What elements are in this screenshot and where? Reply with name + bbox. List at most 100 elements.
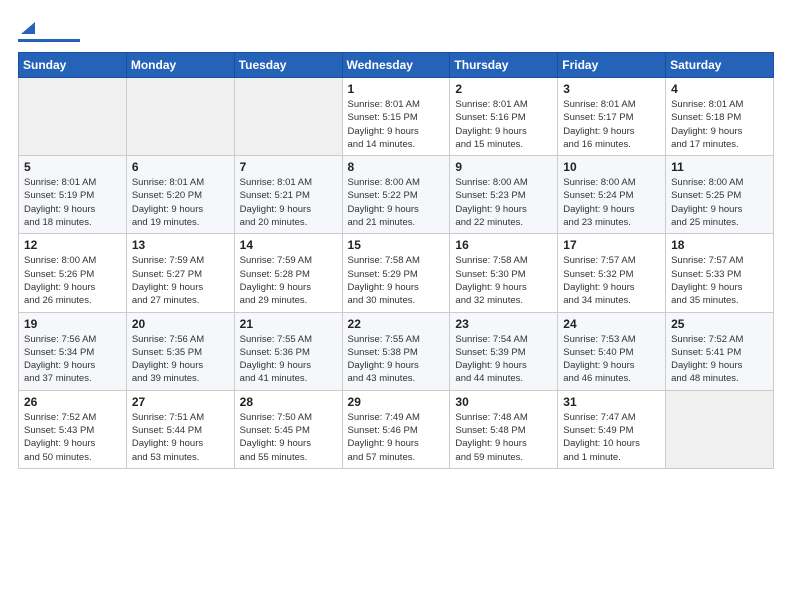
day-number: 22 <box>348 317 445 331</box>
week-row-1: 1Sunrise: 8:01 AM Sunset: 5:15 PM Daylig… <box>19 78 774 156</box>
day-number: 25 <box>671 317 768 331</box>
weekday-wednesday: Wednesday <box>342 53 450 78</box>
day-number: 24 <box>563 317 660 331</box>
day-number: 30 <box>455 395 552 409</box>
weekday-friday: Friday <box>558 53 666 78</box>
day-number: 2 <box>455 82 552 96</box>
day-info: Sunrise: 7:53 AM Sunset: 5:40 PM Dayligh… <box>563 333 660 386</box>
weekday-header-row: SundayMondayTuesdayWednesdayThursdayFrid… <box>19 53 774 78</box>
day-number: 8 <box>348 160 445 174</box>
calendar-cell: 9 Sunrise: 8:00 AM Sunset: 5:23 PM Daylig… <box>450 156 558 234</box>
day-info: Sunrise: 7:58 AM Sunset: 5:29 PM Dayligh… <box>348 254 445 307</box>
day-number: 17 <box>563 238 660 252</box>
day-number: 9 <box>455 160 552 174</box>
day-info: Sunrise: 8:00 AM Sunset: 5:22 PM Dayligh… <box>348 176 445 229</box>
day-info: Sunrise: 7:50 AM Sunset: 5:45 PM Dayligh… <box>240 411 337 464</box>
calendar-cell <box>666 390 774 468</box>
day-number: 5 <box>24 160 121 174</box>
week-row-4: 19 Sunrise: 7:56 AM Sunset: 5:34 PM Dayli… <box>19 312 774 390</box>
day-info: Sunrise: 7:51 AM Sunset: 5:44 PM Dayligh… <box>132 411 229 464</box>
calendar-cell: 18 Sunrise: 7:57 AM Sunset: 5:33 PM Dayli… <box>666 234 774 312</box>
calendar-cell: 4Sunrise: 8:01 AM Sunset: 5:18 PM Daylig… <box>666 78 774 156</box>
day-info: Sunrise: 7:59 AM Sunset: 5:27 PM Dayligh… <box>132 254 229 307</box>
calendar-cell: 24 Sunrise: 7:53 AM Sunset: 5:40 PM Dayli… <box>558 312 666 390</box>
calendar-cell: 19 Sunrise: 7:56 AM Sunset: 5:34 PM Dayli… <box>19 312 127 390</box>
day-info: Sunrise: 7:55 AM Sunset: 5:38 PM Dayligh… <box>348 333 445 386</box>
day-info: Sunrise: 8:00 AM Sunset: 5:23 PM Dayligh… <box>455 176 552 229</box>
calendar-cell: 2 Sunrise: 8:01 AM Sunset: 5:16 PM Daylig… <box>450 78 558 156</box>
day-number: 12 <box>24 238 121 252</box>
calendar-cell: 29 Sunrise: 7:49 AM Sunset: 5:46 PM Dayli… <box>342 390 450 468</box>
calendar-cell <box>19 78 127 156</box>
day-number: 19 <box>24 317 121 331</box>
day-number: 31 <box>563 395 660 409</box>
calendar-cell: 12 Sunrise: 8:00 AM Sunset: 5:26 PM Dayli… <box>19 234 127 312</box>
day-number: 20 <box>132 317 229 331</box>
weekday-saturday: Saturday <box>666 53 774 78</box>
day-number: 23 <box>455 317 552 331</box>
day-number: 13 <box>132 238 229 252</box>
week-row-2: 5 Sunrise: 8:01 AM Sunset: 5:19 PM Daylig… <box>19 156 774 234</box>
day-info: Sunrise: 8:00 AM Sunset: 5:25 PM Dayligh… <box>671 176 768 229</box>
day-info: Sunrise: 7:56 AM Sunset: 5:34 PM Dayligh… <box>24 333 121 386</box>
calendar-cell: 27 Sunrise: 7:51 AM Sunset: 5:44 PM Dayli… <box>126 390 234 468</box>
calendar-cell: 15Sunrise: 7:58 AM Sunset: 5:29 PM Dayli… <box>342 234 450 312</box>
day-info: Sunrise: 7:57 AM Sunset: 5:32 PM Dayligh… <box>563 254 660 307</box>
day-number: 27 <box>132 395 229 409</box>
day-number: 1 <box>348 82 445 96</box>
day-info: Sunrise: 8:01 AM Sunset: 5:17 PM Dayligh… <box>563 98 660 151</box>
week-row-3: 12 Sunrise: 8:00 AM Sunset: 5:26 PM Dayli… <box>19 234 774 312</box>
calendar: SundayMondayTuesdayWednesdayThursdayFrid… <box>18 52 774 469</box>
header <box>18 18 774 42</box>
weekday-sunday: Sunday <box>19 53 127 78</box>
day-info: Sunrise: 7:55 AM Sunset: 5:36 PM Dayligh… <box>240 333 337 386</box>
calendar-cell <box>234 78 342 156</box>
day-info: Sunrise: 8:01 AM Sunset: 5:19 PM Dayligh… <box>24 176 121 229</box>
calendar-cell: 26 Sunrise: 7:52 AM Sunset: 5:43 PM Dayli… <box>19 390 127 468</box>
day-number: 11 <box>671 160 768 174</box>
weekday-monday: Monday <box>126 53 234 78</box>
day-number: 3 <box>563 82 660 96</box>
day-number: 21 <box>240 317 337 331</box>
calendar-cell: 10 Sunrise: 8:00 AM Sunset: 5:24 PM Dayli… <box>558 156 666 234</box>
day-number: 10 <box>563 160 660 174</box>
calendar-cell: 25 Sunrise: 7:52 AM Sunset: 5:41 PM Dayli… <box>666 312 774 390</box>
calendar-cell: 3 Sunrise: 8:01 AM Sunset: 5:17 PM Daylig… <box>558 78 666 156</box>
calendar-cell: 17 Sunrise: 7:57 AM Sunset: 5:32 PM Dayli… <box>558 234 666 312</box>
day-number: 16 <box>455 238 552 252</box>
logo-triangle-icon <box>19 18 37 36</box>
day-info: Sunrise: 7:59 AM Sunset: 5:28 PM Dayligh… <box>240 254 337 307</box>
day-info: Sunrise: 7:49 AM Sunset: 5:46 PM Dayligh… <box>348 411 445 464</box>
day-info: Sunrise: 8:01 AM Sunset: 5:16 PM Dayligh… <box>455 98 552 151</box>
weekday-tuesday: Tuesday <box>234 53 342 78</box>
weekday-thursday: Thursday <box>450 53 558 78</box>
day-info: Sunrise: 8:00 AM Sunset: 5:26 PM Dayligh… <box>24 254 121 307</box>
week-row-5: 26 Sunrise: 7:52 AM Sunset: 5:43 PM Dayli… <box>19 390 774 468</box>
day-info: Sunrise: 7:48 AM Sunset: 5:48 PM Dayligh… <box>455 411 552 464</box>
day-number: 26 <box>24 395 121 409</box>
calendar-cell: 7Sunrise: 8:01 AM Sunset: 5:21 PM Daylig… <box>234 156 342 234</box>
calendar-cell: 13 Sunrise: 7:59 AM Sunset: 5:27 PM Dayli… <box>126 234 234 312</box>
calendar-cell: 22 Sunrise: 7:55 AM Sunset: 5:38 PM Dayli… <box>342 312 450 390</box>
logo-underline <box>18 39 80 42</box>
day-number: 4 <box>671 82 768 96</box>
day-number: 28 <box>240 395 337 409</box>
calendar-cell: 11 Sunrise: 8:00 AM Sunset: 5:25 PM Dayli… <box>666 156 774 234</box>
day-info: Sunrise: 7:57 AM Sunset: 5:33 PM Dayligh… <box>671 254 768 307</box>
day-number: 29 <box>348 395 445 409</box>
day-info: Sunrise: 7:52 AM Sunset: 5:41 PM Dayligh… <box>671 333 768 386</box>
day-number: 18 <box>671 238 768 252</box>
calendar-cell: 20Sunrise: 7:56 AM Sunset: 5:35 PM Dayli… <box>126 312 234 390</box>
calendar-cell: 6Sunrise: 8:01 AM Sunset: 5:20 PM Daylig… <box>126 156 234 234</box>
calendar-cell: 30 Sunrise: 7:48 AM Sunset: 5:48 PM Dayli… <box>450 390 558 468</box>
logo <box>18 18 80 42</box>
calendar-cell: 31Sunrise: 7:47 AM Sunset: 5:49 PM Dayli… <box>558 390 666 468</box>
day-info: Sunrise: 7:52 AM Sunset: 5:43 PM Dayligh… <box>24 411 121 464</box>
calendar-cell: 5 Sunrise: 8:01 AM Sunset: 5:19 PM Daylig… <box>19 156 127 234</box>
calendar-cell: 23Sunrise: 7:54 AM Sunset: 5:39 PM Dayli… <box>450 312 558 390</box>
calendar-cell: 16 Sunrise: 7:58 AM Sunset: 5:30 PM Dayli… <box>450 234 558 312</box>
day-info: Sunrise: 8:00 AM Sunset: 5:24 PM Dayligh… <box>563 176 660 229</box>
day-number: 7 <box>240 160 337 174</box>
day-info: Sunrise: 7:58 AM Sunset: 5:30 PM Dayligh… <box>455 254 552 307</box>
calendar-cell: 8 Sunrise: 8:00 AM Sunset: 5:22 PM Daylig… <box>342 156 450 234</box>
